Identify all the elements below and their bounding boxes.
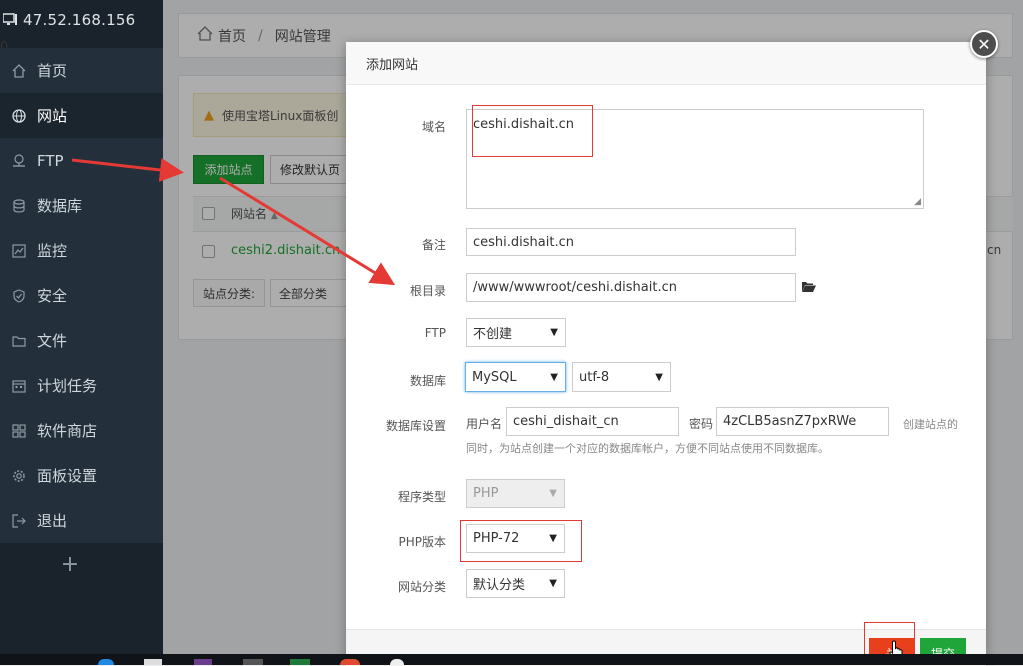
sidebar-item-label: 文件 [37, 332, 68, 350]
database-select-value: MySQL [472, 369, 517, 385]
charset-select-value: utf-8 [579, 369, 610, 385]
sidebar-item-label: 软件商店 [37, 422, 98, 440]
folder-open-icon[interactable] [801, 280, 817, 298]
modal-close-icon[interactable]: ✕ [970, 30, 998, 58]
site-category-value: 默认分类 [473, 578, 526, 593]
root-dir-label: 根目录 [409, 284, 446, 298]
ftp-select-value: 不创建 [473, 327, 513, 342]
annotation-box-domain [472, 105, 593, 157]
ftp-select[interactable]: 不创建 ▼ [466, 318, 566, 347]
sidebar-item-label: 数据库 [37, 197, 83, 215]
taskbar-app-icon[interactable] [98, 659, 114, 665]
sidebar-item-settings[interactable]: 面板设置 [0, 453, 163, 498]
php-version-label: PHP版本 [398, 535, 447, 549]
sidebar-item-label: 首页 [37, 62, 68, 80]
program-type-value: PHP [473, 486, 499, 501]
database-settings-label: 数据库设置 [385, 419, 446, 433]
grid-icon [0, 423, 37, 438]
taskbar-app-icon[interactable] [243, 659, 263, 665]
database-select[interactable]: MySQL ▼ [465, 362, 566, 392]
taskbar [0, 654, 1023, 665]
sidebar-item-website[interactable]: 网站 [0, 93, 163, 138]
gear-icon [0, 469, 37, 483]
program-type-label: 程序类型 [397, 490, 446, 504]
taskbar-app-icon[interactable] [144, 659, 162, 665]
db-username-input[interactable]: ceshi_dishait_cn [506, 407, 679, 436]
charset-select[interactable]: utf-8 ▼ [572, 362, 671, 392]
server-ip: 47.52.168.156 [23, 11, 136, 29]
annotation-box-php [460, 520, 582, 562]
taskbar-app-icon[interactable] [340, 659, 360, 665]
sidebar-item-label: 计划任务 [37, 377, 98, 395]
chevron-down-icon: ▼ [550, 371, 558, 383]
sidebar-add-button[interactable]: + [0, 552, 140, 577]
ftp-icon [0, 153, 37, 168]
sidebar-item-cron[interactable]: 计划任务 [0, 363, 163, 408]
domain-label: 域名 [421, 120, 446, 134]
taskbar-app-icon[interactable] [194, 659, 212, 665]
shield-icon [0, 288, 37, 303]
db-hint: 同时，为站点创建一个对应的数据库帐户，方便不同站点使用不同数据库。 [466, 442, 829, 455]
program-type-select: PHP ▼ [466, 479, 565, 508]
sidebar-item-label: 面板设置 [37, 467, 98, 485]
sidebar-item-security[interactable]: 安全 [0, 273, 163, 318]
sidebar-item-home[interactable]: 首页 [0, 48, 163, 93]
remark-label: 备注 [421, 238, 446, 252]
taskbar-app-icon[interactable] [390, 659, 404, 665]
sidebar-item-store[interactable]: 软件商店 [0, 408, 163, 453]
server-header: 47.52.168.156 [0, 0, 163, 40]
server-icon [0, 0, 20, 40]
db-password-input[interactable]: 4zCLB5asnZ7pxRWe [716, 407, 889, 436]
sidebar-item-ftp[interactable]: FTP [0, 138, 163, 183]
chevron-down-icon: ▼ [549, 488, 557, 499]
sidebar-item-files[interactable]: 文件 [0, 318, 163, 363]
chevron-down-icon: ▼ [549, 578, 557, 589]
resize-handle-icon: ◢ [914, 197, 921, 207]
db-password-label: 密码 [689, 417, 714, 431]
taskbar-app-icon[interactable] [290, 659, 310, 665]
db-hint-right: 创建站点的 [903, 418, 958, 431]
globe-icon [0, 108, 37, 123]
sidebar-item-monitor[interactable]: 监控 [0, 228, 163, 273]
sidebar-item-label: 监控 [37, 242, 68, 260]
database-icon [0, 198, 37, 213]
logout-icon [0, 513, 37, 528]
db-username-label: 用户名 [466, 417, 503, 431]
database-label: 数据库 [409, 374, 446, 388]
sidebar-item-label: 网站 [37, 107, 68, 125]
site-category-label: 网站分类 [397, 580, 446, 594]
modal-title: 添加网站 [346, 42, 986, 85]
folder-icon [0, 334, 37, 348]
root-dir-input[interactable]: /www/wwwroot/ceshi.dishait.cn [466, 273, 796, 302]
chevron-down-icon: ▼ [655, 371, 663, 383]
sidebar-item-label: 退出 [37, 512, 68, 530]
remark-input[interactable]: ceshi.dishait.cn [466, 228, 796, 256]
sidebar: 47.52.168.156 0 首页 网站 FTP 数据库 监控 安全 [0, 0, 163, 665]
sidebar-menu: 首页 网站 FTP 数据库 监控 安全 文件 计划任务 软件商店 面板设置 退出 [0, 48, 163, 543]
sidebar-item-database[interactable]: 数据库 [0, 183, 163, 228]
site-category-select[interactable]: 默认分类 ▼ [466, 569, 565, 598]
chevron-down-icon: ▼ [550, 327, 558, 338]
ftp-label: FTP [424, 326, 446, 340]
calendar-icon [0, 379, 37, 393]
monitor-chart-icon [0, 243, 37, 258]
sidebar-item-logout[interactable]: 退出 [0, 498, 163, 543]
home-icon [0, 63, 37, 78]
sidebar-item-label: FTP [37, 151, 64, 170]
sidebar-item-label: 安全 [37, 287, 68, 305]
